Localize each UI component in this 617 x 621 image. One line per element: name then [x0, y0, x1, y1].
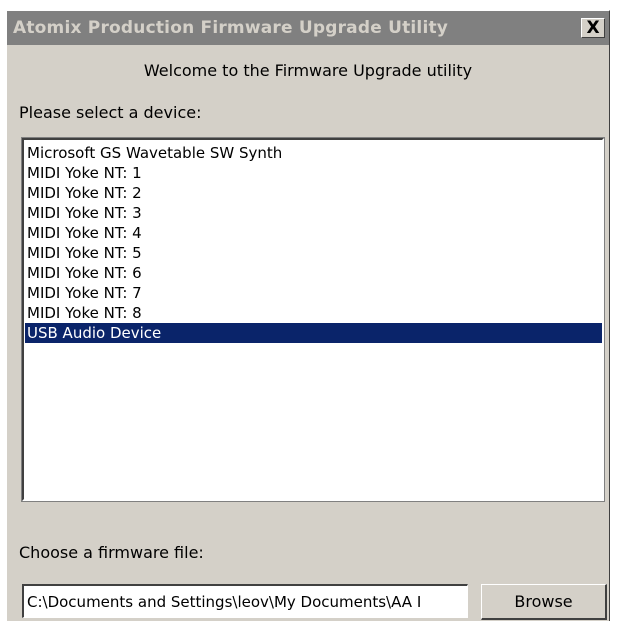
title-bar[interactable]: Atomix Production Firmware Upgrade Utili… — [7, 11, 609, 45]
device-list-item[interactable]: MIDI Yoke NT: 1 — [25, 163, 602, 183]
firmware-upgrade-dialog: Atomix Production Firmware Upgrade Utili… — [6, 10, 610, 621]
device-list-item[interactable]: MIDI Yoke NT: 7 — [25, 283, 602, 303]
firmware-path-input[interactable] — [22, 584, 468, 618]
welcome-message: Welcome to the Firmware Upgrade utility — [143, 61, 473, 80]
device-list-item[interactable]: MIDI Yoke NT: 2 — [25, 183, 602, 203]
device-list-item[interactable]: MIDI Yoke NT: 3 — [25, 203, 602, 223]
device-list-item[interactable]: MIDI Yoke NT: 8 — [25, 303, 602, 323]
device-listbox[interactable]: Microsoft GS Wavetable SW Synth MIDI Yoke… — [21, 137, 605, 502]
window-title: Atomix Production Firmware Upgrade Utili… — [13, 18, 449, 38]
device-select-label: Please select a device: — [19, 103, 202, 122]
device-list-item[interactable]: Microsoft GS Wavetable SW Synth — [25, 143, 602, 163]
device-list-item[interactable]: MIDI Yoke NT: 4 — [25, 223, 602, 243]
close-button[interactable]: X — [581, 18, 605, 38]
close-icon: X — [586, 17, 600, 38]
firmware-file-label: Choose a firmware file: — [19, 543, 204, 562]
device-list-item[interactable]: MIDI Yoke NT: 6 — [25, 263, 602, 283]
browse-button[interactable]: Browse — [481, 584, 607, 620]
device-list-item[interactable]: USB Audio Device — [25, 323, 602, 343]
device-list-item[interactable]: MIDI Yoke NT: 5 — [25, 243, 602, 263]
